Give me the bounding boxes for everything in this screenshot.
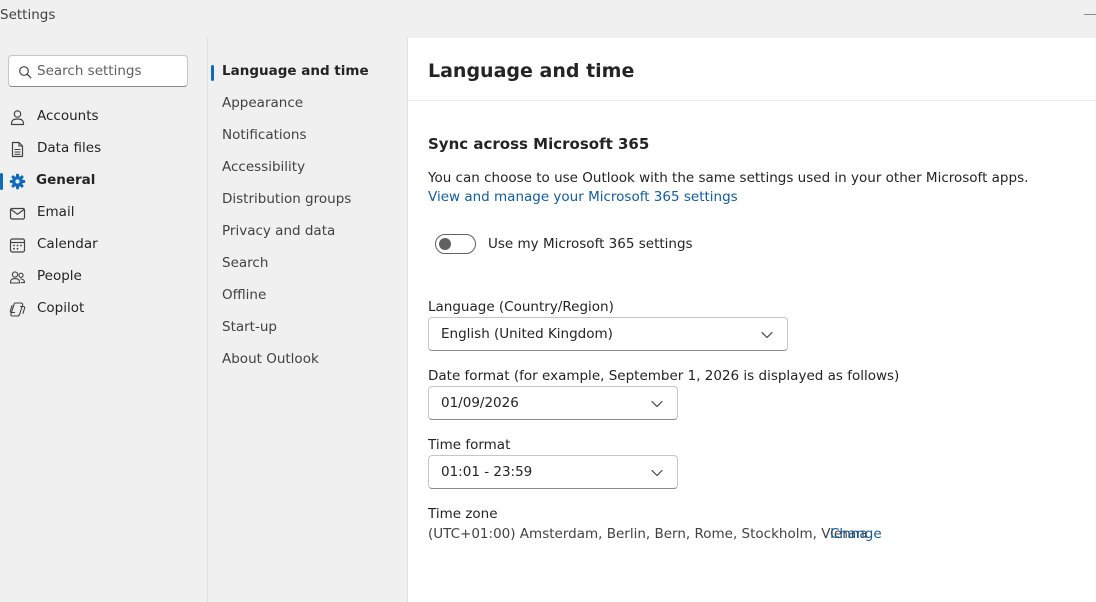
sub-nav-label: Search: [222, 255, 269, 271]
sub-nav-label: Distribution groups: [222, 191, 352, 207]
mail-icon: [9, 207, 26, 220]
nav-label: General: [36, 172, 96, 188]
sub-nav-label: Start-up: [222, 319, 277, 335]
change-time-zone-link[interactable]: Change: [830, 526, 882, 542]
nav-item-data-files[interactable]: Data files: [0, 134, 207, 164]
sub-nav-distribution-groups[interactable]: Distribution groups: [208, 185, 407, 215]
person-icon: [10, 110, 25, 126]
nav-item-people[interactable]: People: [0, 262, 207, 292]
language-dropdown[interactable]: English (United Kingdom): [428, 317, 788, 351]
sub-nav-label: Appearance: [222, 95, 304, 111]
nav-label: People: [37, 268, 82, 284]
time-zone-value: (UTC+01:00) Amsterdam, Berlin, Bern, Rom…: [428, 526, 868, 542]
divider: [408, 100, 1096, 101]
time-format-value: 01:01 - 23:59: [441, 464, 533, 480]
toggle-label: Use my Microsoft 365 settings: [488, 236, 693, 252]
active-indicator: [211, 65, 214, 81]
time-format-label: Time format: [428, 437, 511, 453]
active-indicator: [0, 173, 3, 190]
calendar-icon: [9, 238, 26, 253]
sub-nav-label: Privacy and data: [222, 223, 336, 239]
date-format-dropdown[interactable]: 01/09/2026: [428, 386, 678, 420]
gear-icon: [9, 173, 26, 190]
nav-item-general[interactable]: General: [0, 166, 207, 196]
chevron-down-icon: [761, 331, 773, 339]
sub-nav-about-outlook[interactable]: About Outlook: [208, 345, 407, 375]
sub-nav-language-and-time[interactable]: Language and time: [208, 57, 407, 87]
time-format-dropdown[interactable]: 01:01 - 23:59: [428, 455, 678, 489]
window-title: Settings: [0, 7, 56, 23]
sub-nav-label: Offline: [222, 287, 267, 303]
sub-nav-start-up[interactable]: Start-up: [208, 313, 407, 343]
chevron-down-icon: [651, 469, 663, 477]
date-format-label: Date format (for example, September 1, 2…: [428, 368, 900, 384]
main-content: Language and time Sync across Microsoft …: [407, 38, 1096, 602]
copilot-icon: [9, 302, 26, 317]
chevron-down-icon: [651, 400, 663, 408]
sub-nav-offline[interactable]: Offline: [208, 281, 407, 311]
sub-nav-label: Accessibility: [222, 159, 306, 175]
document-icon: [11, 141, 24, 158]
sub-nav-label: About Outlook: [222, 351, 319, 367]
sub-nav: Language and time Appearance Notificatio…: [207, 38, 407, 602]
sub-nav-notifications[interactable]: Notifications: [208, 121, 407, 151]
date-format-value: 01/09/2026: [441, 395, 519, 411]
sync-description: You can choose to use Outlook with the s…: [428, 170, 1029, 186]
nav-item-email[interactable]: Email: [0, 198, 207, 228]
nav-label: Email: [37, 204, 75, 220]
nav-label: Copilot: [37, 300, 85, 316]
people-icon: [9, 271, 26, 284]
nav-item-copilot[interactable]: Copilot: [0, 294, 207, 324]
nav-label: Data files: [37, 140, 102, 156]
page-title: Language and time: [428, 60, 635, 82]
language-label: Language (Country/Region): [428, 299, 614, 315]
sub-nav-accessibility[interactable]: Accessibility: [208, 153, 407, 183]
sync-section-title: Sync across Microsoft 365: [428, 135, 650, 153]
sub-nav-privacy-and-data[interactable]: Privacy and data: [208, 217, 407, 247]
title-bar: Settings: [0, 0, 1096, 38]
sub-nav-label: Language and time: [222, 63, 369, 79]
search-icon: [19, 66, 32, 79]
nav-label: Accounts: [37, 108, 99, 124]
nav-item-calendar[interactable]: Calendar: [0, 230, 207, 260]
sub-nav-label: Notifications: [222, 127, 307, 143]
use-365-settings-toggle[interactable]: [435, 234, 476, 254]
nav-item-accounts[interactable]: Accounts: [0, 102, 207, 132]
manage-365-settings-link[interactable]: View and manage your Microsoft 365 setti…: [428, 189, 738, 205]
search-box[interactable]: [8, 55, 188, 87]
search-input[interactable]: [37, 62, 185, 80]
toggle-knob: [439, 238, 451, 250]
minimize-icon[interactable]: [1084, 14, 1096, 15]
nav-label: Calendar: [37, 236, 98, 252]
left-nav: Accounts Data files: [0, 38, 207, 602]
sub-nav-appearance[interactable]: Appearance: [208, 89, 407, 119]
time-zone-label: Time zone: [428, 506, 498, 522]
sub-nav-search[interactable]: Search: [208, 249, 407, 279]
language-value: English (United Kingdom): [441, 326, 613, 342]
